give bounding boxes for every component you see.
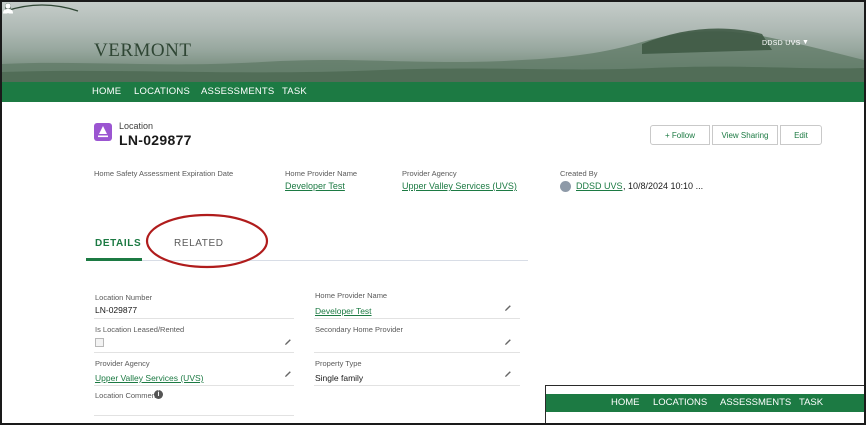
location-icon: [94, 123, 112, 141]
field-divider: [94, 352, 294, 353]
field-divider: [314, 385, 520, 386]
highlight-link-home-provider[interactable]: Developer Test: [285, 181, 345, 191]
record-object-type: Location: [119, 121, 154, 131]
app-window: VERMONT DDSD UVS ▼ HOME LOCATIONS ASSESS…: [0, 0, 866, 425]
inset-nav: HOME LOCATIONS ASSESSMENTS TASK: [546, 394, 864, 412]
value-property-type: Single family: [315, 373, 364, 383]
inset-screenshot: HOME LOCATIONS ASSESSMENTS TASK: [545, 385, 864, 423]
nav-locations[interactable]: LOCATIONS: [134, 86, 190, 97]
field-divider: [314, 318, 520, 319]
record-title: LN-029877: [119, 132, 192, 148]
edit-pencil-icon[interactable]: [504, 304, 512, 312]
header-banner: VERMONT DDSD UVS ▼: [2, 2, 864, 82]
tab-details[interactable]: DETAILS: [95, 238, 141, 249]
label-location-comments: Location Comments: [95, 391, 162, 400]
created-by-date: , 10/8/2024 10:10 ...: [623, 181, 704, 191]
edit-pencil-icon[interactable]: [284, 338, 292, 346]
label-location-number: Location Number: [95, 293, 153, 302]
link-provider-agency[interactable]: Upper Valley Services (UVS): [95, 373, 204, 383]
link-home-provider-name[interactable]: Developer Test: [315, 306, 372, 316]
highlight-label-created-by: Created By: [560, 169, 598, 178]
info-icon[interactable]: i: [154, 390, 163, 399]
edit-pencil-icon[interactable]: [504, 338, 512, 346]
edit-pencil-icon[interactable]: [504, 370, 512, 378]
highlight-label-expiration: Home Safety Assessment Expiration Date: [94, 169, 234, 178]
label-home-provider-name: Home Provider Name: [315, 291, 388, 300]
edit-button[interactable]: Edit: [780, 125, 822, 145]
tab-active-indicator: [86, 258, 142, 261]
nav-task[interactable]: TASK: [282, 86, 307, 97]
inset-nav-task[interactable]: TASK: [799, 397, 823, 408]
field-divider: [94, 318, 294, 319]
view-sharing-button[interactable]: View Sharing: [712, 125, 778, 145]
label-is-leased: Is Location Leased/Rented: [95, 325, 185, 334]
created-by-link[interactable]: DDSD UVS: [576, 181, 623, 191]
nav-home[interactable]: HOME: [92, 86, 121, 97]
is-leased-checkbox[interactable]: [95, 338, 104, 347]
edit-pencil-icon[interactable]: [284, 370, 292, 378]
user-menu-name[interactable]: DDSD UVS: [762, 40, 801, 47]
follow-button[interactable]: + Follow: [650, 125, 710, 145]
inset-nav-home[interactable]: HOME: [611, 397, 640, 408]
inset-nav-locations[interactable]: LOCATIONS: [653, 397, 707, 408]
vermont-logo[interactable]: VERMONT: [94, 40, 191, 62]
label-property-type: Property Type: [315, 359, 362, 368]
field-divider: [94, 385, 294, 386]
field-divider: [94, 415, 294, 416]
label-provider-agency: Provider Agency: [95, 359, 150, 368]
highlight-label-home-provider: Home Provider Name: [285, 169, 358, 178]
chevron-down-icon[interactable]: ▼: [802, 39, 809, 46]
user-icon[interactable]: [2, 2, 14, 14]
nav-assessments[interactable]: ASSESSMENTS: [201, 86, 274, 97]
label-secondary-home-provider: Secondary Home Provider: [315, 325, 403, 334]
annotation-ellipse: [145, 213, 269, 269]
avatar: [560, 181, 571, 192]
main-nav: HOME LOCATIONS ASSESSMENTS TASK: [2, 82, 864, 102]
inset-nav-assessments[interactable]: ASSESSMENTS: [720, 397, 791, 408]
field-divider: [314, 352, 520, 353]
highlight-label-provider-agency: Provider Agency: [402, 169, 457, 178]
highlight-link-provider-agency[interactable]: Upper Valley Services (UVS): [402, 181, 517, 191]
logo-arc: [5, 4, 79, 12]
value-location-number: LN-029877: [95, 305, 138, 315]
